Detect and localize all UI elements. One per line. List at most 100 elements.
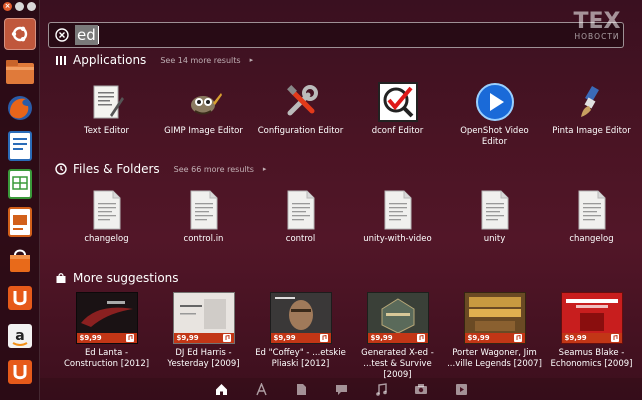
expand-arrow-icon[interactable]: ▸ [250,56,254,64]
video-lens-button[interactable] [454,382,468,396]
firefox-launcher-button[interactable] [4,92,36,124]
clock-icon [55,163,67,175]
suggestion-label: Ed "Coffey" - ...etskie Pliaski [2012] [255,348,346,369]
suggestion-label: Seamus Blake - Echonomics [2009] [550,348,633,369]
camera-icon [415,384,427,394]
music-note-icon [319,334,328,342]
album-cover: $9,99 [75,292,138,344]
app-label: Configuration Editor [257,126,344,136]
files-lens-button[interactable] [294,382,308,396]
suggestion-result[interactable]: $9,99 Ed "Coffey" - ...etskie Pliaski [2… [252,292,349,381]
file-result[interactable]: changelog [543,190,640,245]
firefox-icon [8,96,32,120]
svg-text:НОВОСТИ: НОВОСТИ [574,32,619,41]
home-lens-button[interactable] [214,382,228,396]
app-result-openshot[interactable]: OpenShot Video Editor [446,82,543,148]
app-result-text-editor[interactable]: Text Editor [58,82,155,148]
suggestion-result[interactable]: $9,99 Generated X-ed - ...test & Survive… [349,292,446,381]
clear-search-icon[interactable] [55,28,69,42]
text-file-icon [190,190,217,230]
file-result[interactable]: unity-with-video [349,190,446,245]
applications-category-icon [56,56,66,65]
speech-bubble-icon [335,384,347,395]
amazon-launcher-button[interactable]: a [4,320,36,352]
price-label: $9,99 [273,334,296,342]
minimize-icon[interactable] [15,2,24,11]
calc-launcher-button[interactable] [4,168,36,200]
shopping-bag-icon [10,249,30,272]
file-result[interactable]: unity [446,190,543,245]
suggestion-label: Ed Lanta - Construction [2012] [63,348,150,369]
dconf-editor-icon [377,82,418,122]
dash-home-button[interactable] [4,18,36,50]
software-center-launcher-button[interactable] [4,244,36,276]
app-label: GIMP Image Editor [164,126,243,136]
photos-lens-button[interactable] [414,382,428,396]
price-bar: $9,99 [76,333,137,343]
suggestion-result[interactable]: $9,99 DJ Ed Harris - Yesterday [2009] [155,292,252,381]
price-label: $9,99 [176,334,199,342]
music-lens-button[interactable] [374,382,388,396]
price-bar: $9,99 [561,333,622,343]
dash-search-bar[interactable]: ed [48,22,624,48]
search-input[interactable]: ed [75,25,98,45]
file-result[interactable]: control.in [155,190,252,245]
impress-launcher-button[interactable] [4,206,36,238]
file-label: control [285,234,316,244]
music-note-icon [513,334,522,342]
app-result-pinta[interactable]: Pinta Image Editor [543,82,640,148]
price-bar: $9,99 [367,333,428,343]
tex-novosti-logo: TEX НОВОСТИ [574,9,621,41]
text-file-icon [93,190,120,230]
file-result[interactable]: control [252,190,349,245]
more-suggestions-header: More suggestions [55,271,179,285]
suggestion-result[interactable]: $9,99 Porter Wagoner, Jim ...ville Legen… [446,292,543,381]
album-cover: $9,99 [172,292,235,344]
app-label: dconf Editor [371,126,424,136]
music-note-icon [222,334,231,342]
files-launcher-button[interactable] [4,56,36,88]
applications-results: Text Editor GIMP Image Editor Configurat… [58,82,640,148]
text-file-icon [481,190,508,230]
video-lens-icon [455,383,467,395]
music-lens-icon [375,382,387,396]
file-result[interactable]: changelog [58,190,155,245]
applications-header: Applications See 14 more results ▸ [55,53,253,67]
app-label: Pinta Image Editor [552,126,631,136]
applications-lens-button[interactable] [254,382,268,396]
file-label: changelog [569,234,614,244]
text-file-icon [578,190,605,230]
section-title: More suggestions [73,271,179,285]
gimp-icon [184,82,224,122]
see-more-applications-link[interactable]: See 14 more results [160,56,240,65]
suggestion-result[interactable]: $9,99 Seamus Blake - Echonomics [2009] [543,292,640,381]
expand-arrow-icon[interactable]: ▸ [263,165,267,173]
suggestion-label: Porter Wagoner, Jim ...ville Legends [20… [447,348,542,369]
ubuntu-one-music-launcher-button[interactable] [4,356,36,388]
writer-launcher-button[interactable] [4,130,36,162]
suggestions-results: $9,99 Ed Lanta - Construction [2012] $9,… [58,292,640,381]
app-result-gimp[interactable]: GIMP Image Editor [155,82,252,148]
app-result-configuration-editor[interactable]: Configuration Editor [252,82,349,148]
suggestion-label: Generated X-ed - ...test & Survive [2009… [361,348,434,380]
applications-lens-icon [255,382,267,395]
price-label: $9,99 [564,334,587,342]
text-cursor [97,26,99,44]
files-results: changelog control.in control unity-with-… [58,190,640,245]
openshot-icon [475,82,515,122]
see-more-files-link[interactable]: See 66 more results [174,165,254,174]
spreadsheet-icon [8,169,32,199]
ubuntu-one-icon [8,286,32,310]
file-label: unity [483,234,506,244]
app-result-dconf-editor[interactable]: dconf Editor [349,82,446,148]
album-cover: $9,99 [269,292,332,344]
social-lens-button[interactable] [334,382,348,396]
maximize-icon[interactable] [27,2,36,11]
price-bar: $9,99 [464,333,525,343]
price-bar: $9,99 [173,333,234,343]
suggestion-result[interactable]: $9,99 Ed Lanta - Construction [2012] [58,292,155,381]
ubuntu-one-launcher-button[interactable] [4,282,36,314]
file-label: unity-with-video [363,234,432,244]
app-label: OpenShot Video Editor [460,126,529,147]
close-icon[interactable]: × [3,2,12,11]
